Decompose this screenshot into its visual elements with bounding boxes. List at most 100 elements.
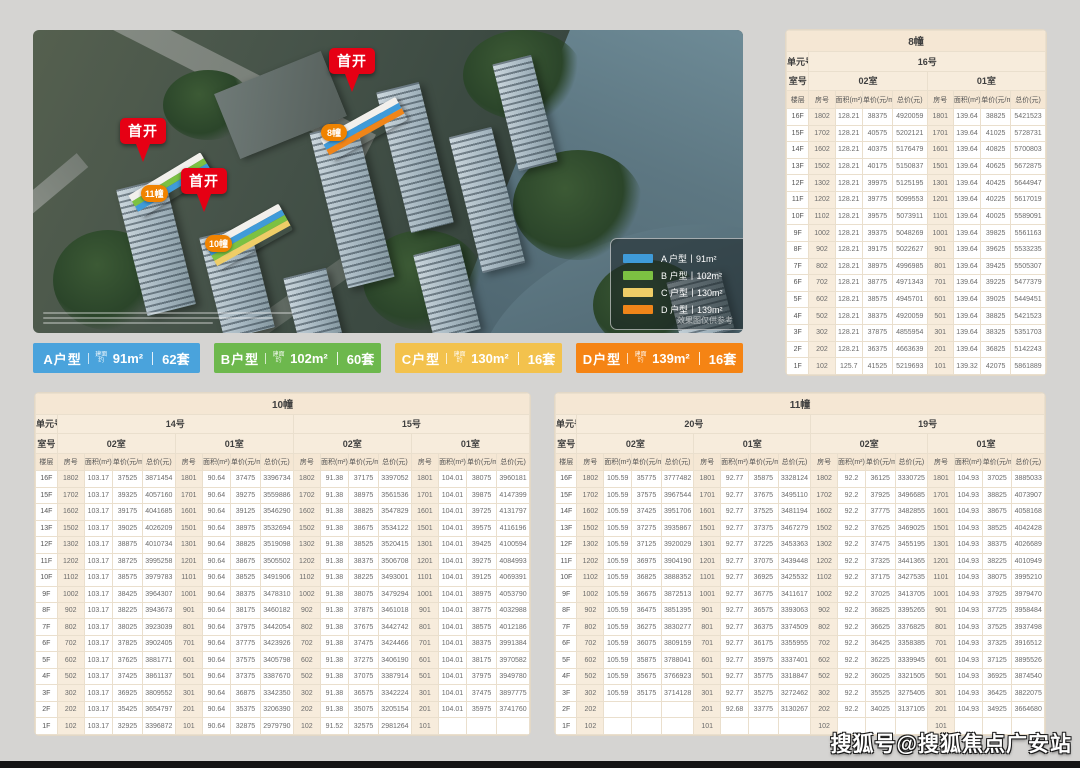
cell-unit-price: 36575 — [748, 602, 778, 618]
cell-floor: 10F — [787, 208, 809, 225]
cell-room-no: 301 — [694, 685, 721, 701]
cell-unit-price: 38825 — [348, 504, 378, 520]
banner-count: 62套 — [162, 349, 189, 368]
cell-room-no: 902 — [577, 602, 604, 618]
cell-total-price: 4084993 — [497, 553, 530, 569]
cell-room-no: 1002 — [809, 225, 835, 242]
cell-unit-price: 38825 — [982, 487, 1012, 503]
cell-total-price: 4945701 — [892, 291, 927, 308]
cell-area: 105.59 — [604, 635, 632, 651]
cell-area: 104.93 — [954, 586, 982, 602]
cell-total-price: 4053790 — [497, 586, 530, 602]
cell-unit-price: 32925 — [112, 718, 142, 735]
cell-unit-price: 38075 — [348, 586, 378, 602]
column-header: 房号 — [809, 91, 835, 109]
cell-room-no: 701 — [694, 635, 721, 651]
cell-room-no: 1102 — [809, 208, 835, 225]
cell-room-no: 102 — [57, 718, 84, 735]
price-table: 10幢单元号14号15号室号02室01室02室01室楼层房号面积(m²)单价(元… — [35, 393, 530, 735]
cell-unit-price: 38775 — [467, 602, 497, 618]
table-row: 8F902103.1738225394367390190.64381753460… — [36, 602, 530, 618]
legend-item: B 户型丨102m² — [623, 269, 743, 282]
cell-room-no: 801 — [694, 619, 721, 635]
table-row: 7F802105.5936275383027780192.77363753374… — [556, 619, 1045, 635]
cell-total-price: 3654797 — [142, 701, 175, 717]
cell-room-no: 1802 — [577, 471, 604, 487]
cell-room-no: 101 — [175, 718, 202, 735]
cell-room-no: 1601 — [411, 504, 438, 520]
cell-floor: 10F — [36, 570, 58, 586]
cell-area: 104.93 — [954, 570, 982, 586]
cell-unit-price: 39425 — [467, 537, 497, 553]
cell-area: 128.21 — [835, 108, 862, 125]
cell-total-price: 3951706 — [661, 504, 693, 520]
cell-area: 105.59 — [604, 553, 632, 569]
cell-floor: 4F — [787, 308, 809, 325]
cell-unit-price: 39575 — [862, 208, 892, 225]
cell-total-price: 3874540 — [1012, 668, 1045, 684]
cell-area: 90.64 — [202, 652, 230, 668]
column-header: 总价(元) — [778, 453, 810, 471]
cell-total-price: 5142243 — [1011, 341, 1046, 358]
cell-area — [604, 701, 632, 717]
cell-area: 104.93 — [954, 668, 982, 684]
cell-unit-price: 39325 — [112, 487, 142, 503]
cell-area: 92.2 — [838, 471, 866, 487]
cell-room-no: 1101 — [927, 208, 953, 225]
table-title: 8幢 — [787, 31, 1046, 52]
cell-unit-price: 38225 — [112, 602, 142, 618]
cell-unit-price: 35875 — [632, 652, 662, 668]
legend-color-b — [623, 271, 653, 280]
cell-total-price: 3482855 — [895, 504, 927, 520]
unit-number: 14号 — [57, 414, 293, 434]
cell-room-no: 1802 — [57, 471, 84, 487]
banner-type-b: B户型 建面约 102m² 60套 — [214, 343, 381, 373]
cell-total-price: 5561163 — [1011, 225, 1046, 242]
cell-unit-price: 36425 — [982, 685, 1012, 701]
cell-room-no: 602 — [57, 652, 84, 668]
cell-total-price: 3995210 — [1012, 570, 1045, 586]
cell-unit-price: 36375 — [748, 619, 778, 635]
cell-area: 91.38 — [320, 685, 348, 701]
cell-area: 103.17 — [84, 701, 112, 717]
cell-area: 91.38 — [320, 570, 348, 586]
column-header: 面积(m²) — [84, 453, 112, 471]
cell-unit-price: 36475 — [632, 602, 662, 618]
cell-area: 91.52 — [320, 718, 348, 735]
cell-area: 92.77 — [721, 586, 749, 602]
cell-total-price: 3872513 — [661, 586, 693, 602]
cell-room-no: 101 — [927, 358, 953, 375]
cell-unit-price: 38075 — [982, 570, 1012, 586]
cell-room-no: 901 — [175, 602, 202, 618]
cell-total-price: 3393063 — [778, 602, 810, 618]
cell-unit-price: 38675 — [982, 504, 1012, 520]
cell-room-no: 1101 — [928, 570, 955, 586]
cell-area: 103.17 — [84, 718, 112, 735]
cell-total-price: 5421523 — [1011, 108, 1046, 125]
cell-total-price: 3822075 — [1012, 685, 1045, 701]
cell-unit-price: 38825 — [981, 308, 1011, 325]
cell-area: 92.2 — [838, 504, 866, 520]
cell-floor: 4F — [556, 668, 577, 684]
column-header: 房号 — [928, 453, 955, 471]
first-launch-pin-8: 首开 — [329, 48, 375, 74]
cell-area: 104.01 — [438, 487, 466, 503]
cell-room-no: 1701 — [928, 487, 955, 503]
cell-room-no: 1001 — [694, 586, 721, 602]
cell-unit-price: 37875 — [862, 325, 892, 342]
cell-total-price: 4026689 — [1012, 537, 1045, 553]
cell-total-price: 3777482 — [661, 471, 693, 487]
cell-total-price: 3741760 — [497, 701, 530, 717]
cell-floor: 11F — [787, 192, 809, 209]
cell-room-no: 202 — [293, 701, 320, 717]
cell-room-no: 702 — [293, 635, 320, 651]
cell-floor: 11F — [556, 553, 577, 569]
cell-total-price: 4010949 — [1012, 553, 1045, 569]
cell-unit-price: 37875 — [348, 602, 378, 618]
table-row: 7F802128.21389754996985801139.6439425550… — [787, 258, 1046, 275]
cell-area: 92.2 — [838, 537, 866, 553]
cell-total-price: 3496685 — [895, 487, 927, 503]
cell-floor: 6F — [36, 635, 58, 651]
cell-unit-price: 36275 — [632, 619, 662, 635]
unit-number: 19号 — [811, 414, 1045, 434]
